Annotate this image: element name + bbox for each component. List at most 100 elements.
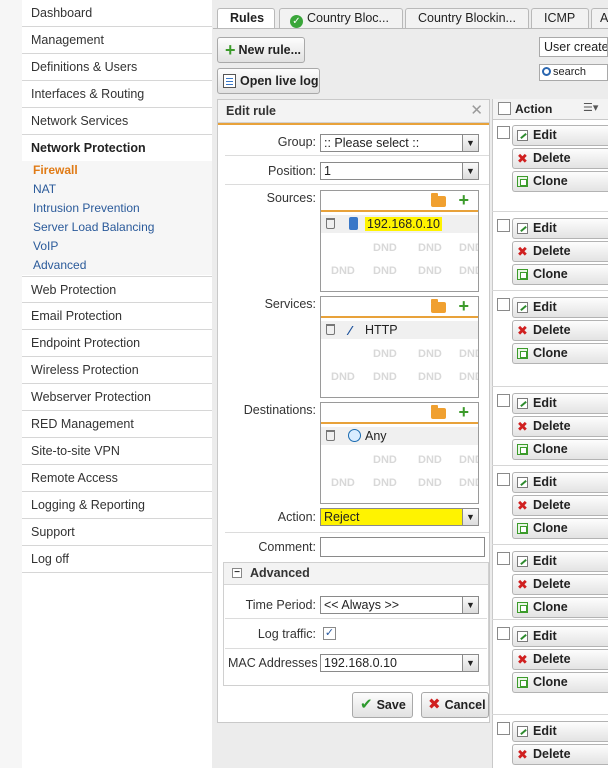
tab-country-blocking[interactable]: ✓ Country Bloc... xyxy=(279,8,403,28)
sidebar-item-wireless-protection[interactable]: Wireless Protection xyxy=(22,357,212,384)
clone-button[interactable]: Clone xyxy=(512,518,608,539)
sidebar-item-remote-access[interactable]: Remote Access xyxy=(22,465,212,492)
clone-button[interactable]: Clone xyxy=(512,171,608,192)
delete-button[interactable]: ✖ Delete xyxy=(512,649,608,670)
search-input[interactable]: search xyxy=(539,64,608,81)
sidebar-subitem-advanced[interactable]: Advanced xyxy=(22,256,212,275)
dnd-hint: DND xyxy=(459,477,478,489)
folder-icon[interactable] xyxy=(431,193,446,207)
destinations-item[interactable]: Any xyxy=(321,427,478,445)
add-icon[interactable]: + xyxy=(458,297,469,317)
delete-button[interactable]: ✖ Delete xyxy=(512,744,608,765)
rule-checkbox[interactable] xyxy=(497,473,510,486)
edit-icon xyxy=(517,556,528,567)
sidebar-item-endpoint-protection[interactable]: Endpoint Protection xyxy=(22,330,212,357)
user-created-filter[interactable]: User create xyxy=(539,37,608,57)
comment-field[interactable] xyxy=(320,537,485,557)
edit-button[interactable]: Edit xyxy=(512,125,608,146)
sidebar-item-log-off[interactable]: Log off xyxy=(22,546,212,573)
rule-checkbox[interactable] xyxy=(497,394,510,407)
delete-button[interactable]: ✖ Delete xyxy=(512,320,608,341)
trash-icon[interactable] xyxy=(326,324,335,335)
log-traffic-checkbox[interactable]: ✓ xyxy=(323,627,336,640)
tab-country-blocking-exceptions[interactable]: Country Blockin... xyxy=(405,8,529,28)
rule-checkbox[interactable] xyxy=(497,722,510,735)
sidebar-item-site-to-site-vpn[interactable]: Site-to-site VPN xyxy=(22,438,212,465)
action-select[interactable]: Reject ▼ xyxy=(320,508,479,526)
sidebar-item-logging-reporting[interactable]: Logging & Reporting xyxy=(22,492,212,519)
rule-checkbox[interactable] xyxy=(497,552,510,565)
clone-icon xyxy=(517,444,528,455)
sidebar-item-network-services[interactable]: Network Services xyxy=(22,108,212,135)
add-icon[interactable]: + xyxy=(458,403,469,423)
clone-icon xyxy=(517,602,528,613)
sidebar-item-network-protection[interactable]: Network Protection xyxy=(22,135,212,162)
delete-button[interactable]: ✖ Delete xyxy=(512,495,608,516)
close-icon[interactable]: ✕ xyxy=(470,101,483,119)
trash-icon[interactable] xyxy=(326,218,335,229)
sidebar-item-email-protection[interactable]: Email Protection xyxy=(22,303,212,330)
edit-button[interactable]: Edit xyxy=(512,626,608,647)
time-period-select[interactable]: << Always >> ▼ xyxy=(320,596,479,614)
services-listbox[interactable]: + ⁄ HTTP DND DND DND DND DND DND DND xyxy=(320,296,479,398)
tab-icmp[interactable]: ICMP xyxy=(531,8,589,28)
rule-checkbox[interactable] xyxy=(497,627,510,640)
delete-button[interactable]: ✖ Delete xyxy=(512,574,608,595)
clone-button[interactable]: Clone xyxy=(512,264,608,285)
sidebar-subitem-intrusion-prevention[interactable]: Intrusion Prevention xyxy=(22,199,212,218)
position-select-value: 1 xyxy=(324,164,331,178)
edit-button[interactable]: Edit xyxy=(512,472,608,493)
edit-button[interactable]: Edit xyxy=(512,721,608,742)
sidebar-subitem-server-load-balancing[interactable]: Server Load Balancing xyxy=(22,218,212,237)
advanced-section-header[interactable]: − Advanced xyxy=(224,563,488,585)
select-all-checkbox[interactable] xyxy=(498,102,511,115)
delete-button[interactable]: ✖ Delete xyxy=(512,241,608,262)
sidebar-item-support[interactable]: Support xyxy=(22,519,212,546)
group-select[interactable]: :: Please select :: ▼ xyxy=(320,134,479,152)
sidebar-subitem-firewall[interactable]: Firewall xyxy=(22,161,212,180)
sidebar-subitem-voip[interactable]: VoIP xyxy=(22,237,212,256)
edit-button[interactable]: Edit xyxy=(512,218,608,239)
sidebar-item-definitions-users[interactable]: Definitions & Users xyxy=(22,54,212,81)
sidebar-subitem-nat[interactable]: NAT xyxy=(22,180,212,199)
sources-item[interactable]: 192.168.0.10 xyxy=(321,215,478,233)
edit-button[interactable]: Edit xyxy=(512,393,608,414)
clone-button[interactable]: Clone xyxy=(512,597,608,618)
clone-button[interactable]: Clone xyxy=(512,672,608,693)
trash-icon[interactable] xyxy=(326,430,335,441)
sidebar-item-red-management[interactable]: RED Management xyxy=(22,411,212,438)
tab-advanced[interactable]: A xyxy=(591,8,608,28)
rule-checkbox[interactable] xyxy=(497,219,510,232)
collapse-icon[interactable]: − xyxy=(232,568,242,578)
sources-listbox[interactable]: + 192.168.0.10 DND DND DND DND DND DND D… xyxy=(320,190,479,292)
tab-rules[interactable]: Rules xyxy=(217,8,275,29)
cancel-button[interactable]: ✖ Cancel xyxy=(421,692,489,718)
sidebar-item-interfaces-routing[interactable]: Interfaces & Routing xyxy=(22,81,212,108)
sidebar-item-webserver-protection[interactable]: Webserver Protection xyxy=(22,384,212,411)
new-rule-button[interactable]: + New rule... xyxy=(217,37,305,63)
delete-button[interactable]: ✖ Delete xyxy=(512,148,608,169)
clone-icon xyxy=(517,176,528,187)
sidebar-item-web-protection[interactable]: Web Protection xyxy=(22,276,212,303)
folder-icon[interactable] xyxy=(431,299,446,313)
add-icon[interactable]: + xyxy=(458,191,469,211)
edit-button[interactable]: Edit xyxy=(512,297,608,318)
mac-addresses-select[interactable]: 192.168.0.10 ▼ xyxy=(320,654,479,672)
edit-button[interactable]: Edit xyxy=(512,551,608,572)
close-icon: ✖ xyxy=(428,696,441,713)
services-item[interactable]: ⁄ HTTP xyxy=(321,321,478,339)
folder-icon[interactable] xyxy=(431,405,446,419)
clone-button[interactable]: Clone xyxy=(512,343,608,364)
save-button[interactable]: ✔ Save xyxy=(352,692,413,718)
sidebar-item-dashboard[interactable]: Dashboard xyxy=(22,0,212,27)
destinations-listbox[interactable]: + Any DND DND DND DND DND DND DND xyxy=(320,402,479,504)
sidebar-item-management[interactable]: Management xyxy=(22,27,212,54)
delete-label: Delete xyxy=(533,244,571,258)
column-menu-icon[interactable]: ☰▾ xyxy=(583,101,598,114)
position-select[interactable]: 1 ▼ xyxy=(320,162,479,180)
open-live-log-button[interactable]: Open live log xyxy=(217,68,320,94)
rule-checkbox[interactable] xyxy=(497,126,510,139)
clone-button[interactable]: Clone xyxy=(512,439,608,460)
delete-button[interactable]: ✖ Delete xyxy=(512,416,608,437)
rule-checkbox[interactable] xyxy=(497,298,510,311)
